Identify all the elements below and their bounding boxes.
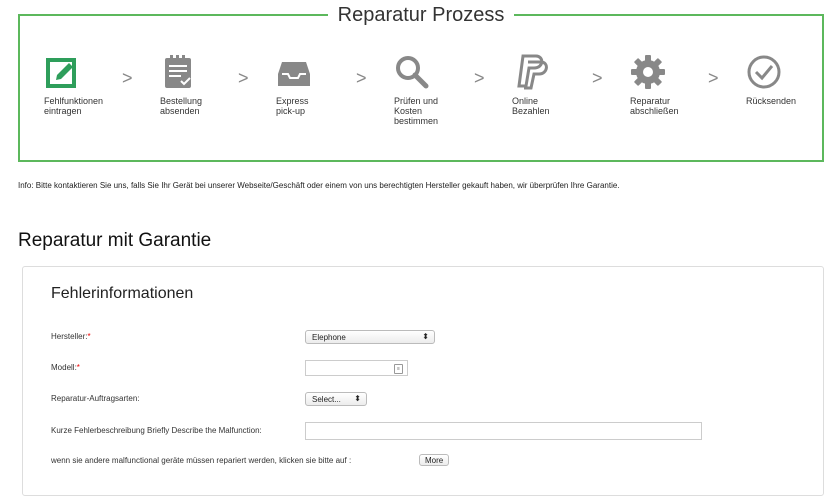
- step-online-pay: Online Bezahlen: [512, 54, 602, 116]
- edit-icon: [46, 58, 76, 88]
- repair-process-box: Reparatur Prozess Fehlfunktionen eintrag…: [18, 4, 824, 162]
- step-send-order: Bestellung absenden: [160, 54, 250, 116]
- chevron-right-icon: >: [122, 68, 133, 88]
- repair-type-label: Reparatur-Auftragsarten:: [51, 394, 140, 403]
- chevron-right-icon: >: [708, 68, 719, 88]
- more-devices-text: wenn sie andere malfunctional geräte müs…: [51, 456, 352, 465]
- step-check-costs: Prüfen und Kosten bestimmen: [394, 54, 484, 126]
- chevron-right-icon: >: [592, 68, 603, 88]
- search-icon: [396, 56, 429, 89]
- repair-type-select[interactable]: Select... ⬍: [305, 392, 367, 406]
- step-label: Prüfen und Kosten bestimmen: [394, 96, 439, 126]
- inbox-tray-icon: [278, 62, 310, 86]
- step-express-pickup: Express pick-up: [276, 54, 366, 116]
- description-label: Kurze Fehlerbeschreibung Briefly Describ…: [51, 426, 262, 435]
- step-label: Reparatur abschließen: [630, 96, 679, 116]
- select-arrows-icon: ⬍: [354, 394, 361, 403]
- step-label: Fehlfunktionen eintragen: [44, 96, 104, 116]
- list-icon: ≡: [394, 364, 403, 374]
- step-label: Bestellung absenden: [160, 96, 203, 116]
- step-label: Online Bezahlen: [512, 96, 550, 116]
- select-arrows-icon: ⬍: [422, 332, 429, 341]
- required-mark: *: [87, 332, 91, 341]
- step-complete-repair: Reparatur abschließen: [630, 54, 720, 116]
- chevron-right-icon: >: [238, 68, 249, 88]
- model-input[interactable]: ≡: [305, 360, 408, 376]
- clipboard-icon: [165, 55, 191, 88]
- checkmark-circle-icon: [747, 55, 781, 89]
- manufacturer-label: Hersteller:*: [51, 332, 91, 341]
- warranty-info-text: Info: Bitte kontaktieren Sie uns, falls …: [18, 181, 620, 190]
- gear-icon: [631, 55, 665, 89]
- manufacturer-select[interactable]: Elephone ⬍: [305, 330, 435, 344]
- step-label: Rücksenden: [746, 96, 797, 106]
- process-title: Reparatur Prozess: [327, 4, 515, 26]
- more-button[interactable]: More: [419, 454, 450, 466]
- description-input[interactable]: [305, 422, 702, 440]
- step-report-malfunction: Fehlfunktionen eintragen: [44, 54, 134, 116]
- form-title: Fehlerinformationen: [51, 285, 194, 302]
- required-mark: *: [76, 363, 80, 372]
- step-label: Express pick-up: [276, 96, 309, 116]
- paypal-icon: [517, 54, 548, 90]
- step-return: Rücksenden: [746, 54, 836, 106]
- malfunction-form-panel: Fehlerinformationen Hersteller:* Elephon…: [22, 266, 824, 496]
- model-label: Modell:*: [51, 363, 80, 372]
- chevron-right-icon: >: [356, 68, 367, 88]
- page-title: Reparatur mit Garantie: [18, 230, 212, 251]
- chevron-right-icon: >: [474, 68, 485, 88]
